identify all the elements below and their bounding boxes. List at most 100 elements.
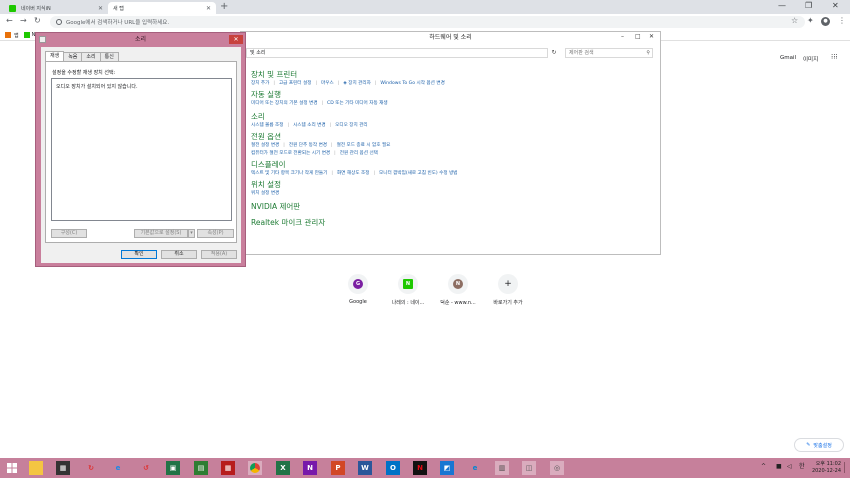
cancel-button[interactable]: 취소 [161,250,197,259]
new-tab-icon[interactable]: + [220,1,228,12]
windows-start-icon[interactable] [5,461,19,475]
set-default-button[interactable]: 기본값으로 설정(S) [134,229,188,238]
link[interactable]: CD 또는 기타 미디어 자동 재생 [327,101,388,106]
close-button[interactable]: ✕ [229,35,243,44]
tab-sounds[interactable]: 소리 [81,52,101,61]
close-window-icon[interactable]: ✕ [832,1,839,10]
app-icon[interactable]: ▣ [166,461,180,475]
control-panel-icon[interactable]: ▥ [495,461,509,475]
apps-launcher-icon[interactable]: ⁝⁝⁝ [831,53,838,61]
omnibox[interactable]: Google에서 검색하거나 URL을 입력하세요. [50,16,805,28]
link[interactable]: 위치 설정 변경 [251,191,279,196]
search-input[interactable]: 제어판 검색 ⚲ [565,48,653,58]
avatar[interactable]: ● [821,17,830,26]
link[interactable]: 컴퓨터가 절전 모드로 전환되는 시기 변경 [251,151,330,156]
link[interactable]: 전원 관리 옵션 선택 [340,151,378,156]
tab-new-tab[interactable]: 새 탭 ✕ [108,2,216,14]
maximize-icon[interactable]: ❐ [805,1,812,10]
extensions-icon[interactable]: ✦ [807,16,814,25]
settings-icon[interactable]: ◫ [522,461,536,475]
link[interactable]: 모니터 깜박임(새로 고침 빈도) 수정 방법 [379,171,458,176]
powerpoint-icon[interactable]: P [331,461,345,475]
section-title[interactable]: NVIDIA 제어판 [251,202,300,212]
close-icon[interactable]: ✕ [206,5,211,12]
gmail-link[interactable]: Gmail [780,55,796,61]
link[interactable]: 오디오 장치 관리 [335,123,368,128]
link[interactable]: 장치 관리자 [348,81,371,86]
link[interactable]: Windows To Go 시작 옵션 변경 [380,81,444,86]
netflix-icon[interactable]: N [413,461,427,475]
customize-button[interactable]: ✎ 맞춤설정 [794,438,844,452]
address-bar[interactable]: 및 소리 [246,48,548,58]
configure-button[interactable]: 구성(C) [51,229,87,238]
shortcut-naver-blog[interactable]: N 덕순 - www.n... [433,274,483,306]
link[interactable]: 텍스트 및 기타 항목 크기나 작게 만들기 [251,171,327,176]
section-title[interactable]: Realtek 마이크 관리자 [251,218,325,228]
tab-naver[interactable]: 네이버 지식iN ✕ [4,2,108,14]
apply-button[interactable]: 적용(A) [201,250,237,259]
link[interactable]: 전원 단추 동작 변경 [289,143,327,148]
close-icon[interactable]: ✕ [649,33,654,40]
app-icon[interactable]: ↺ [139,461,153,475]
clock[interactable]: 오후 11:02 2020-12-24 [808,461,841,475]
bookmark-naver[interactable]: N [23,32,35,38]
link[interactable]: 시스템 볼륨 조정 [251,123,284,128]
tab-communications[interactable]: 통신 [99,52,119,61]
network-icon[interactable]: ■ [776,463,782,470]
link[interactable]: 절전 모드 종료 시 암호 필요 [337,143,391,148]
properties-button[interactable]: 속성(P) [197,229,234,238]
link[interactable]: 절전 설정 변경 [251,143,279,148]
shortcut-naver[interactable]: N 나레의 : 네이... [383,274,433,306]
back-icon[interactable]: ← [6,16,13,25]
device-list[interactable]: 오디오 장치가 설치되어 있지 않습니다. [51,78,232,221]
link[interactable]: 고급 프린터 설정 [279,81,312,86]
ime-indicator[interactable]: 한 [799,463,805,470]
chevron-up-icon[interactable]: ^ [761,463,766,470]
close-icon[interactable]: ✕ [98,5,103,12]
refresh-icon[interactable]: ↻ [549,48,559,58]
menu-icon[interactable]: ⋮ [838,16,846,25]
speaker-icon[interactable]: ◎ [550,461,564,475]
link[interactable]: 장치 추가 [251,81,269,86]
bookmark-apps[interactable]: 앱 [5,32,19,39]
app-icon[interactable]: ▦ [221,461,235,475]
minimize-icon[interactable]: – [621,33,624,40]
file-explorer-icon[interactable] [29,461,43,475]
forward-icon[interactable]: → [20,16,27,25]
excel-icon[interactable]: X [276,461,290,475]
app-icon[interactable]: ↻ [84,461,98,475]
tab-recording[interactable]: 녹음 [63,52,83,61]
section-title[interactable]: 위치 설정 [251,180,281,190]
ie-icon[interactable]: e [111,461,125,475]
link[interactable]: 미디어 또는 장치의 기본 설정 변경 [251,101,317,106]
link[interactable]: 화면 해상도 조정 [337,171,370,176]
images-link[interactable]: 이미지 [803,55,818,63]
volume-icon[interactable]: ◁ [787,463,792,470]
app-icon[interactable]: ▦ [56,461,70,475]
link[interactable]: 마우스 [321,81,334,86]
word-icon[interactable]: W [358,461,372,475]
link[interactable]: 시스템 소리 변경 [293,123,326,128]
onenote-icon[interactable]: N [303,461,317,475]
reload-icon[interactable]: ↻ [34,16,41,25]
section-title[interactable]: 자동 실행 [251,90,388,100]
shortcut-add[interactable]: + 바로가기 추가 [483,274,533,306]
edge-icon[interactable]: e [468,461,482,475]
tab-playback[interactable]: 재생 [45,51,65,61]
section-title[interactable]: 디스플레이 [251,160,458,170]
app-icon[interactable]: ▤ [194,461,208,475]
section-title[interactable]: 장치 및 프린터 [251,70,445,80]
star-icon[interactable]: ☆ [791,16,798,25]
outlook-icon[interactable]: O [386,461,400,475]
apps-grid-icon [5,32,11,38]
show-desktop-button[interactable] [844,462,848,473]
maximize-icon[interactable]: □ [635,33,641,40]
shortcut-google[interactable]: G Google [333,274,383,306]
minimize-icon[interactable]: — [778,1,786,10]
section-title[interactable]: 소리 [251,112,368,122]
section-title[interactable]: 전원 옵션 [251,132,390,142]
app-icon[interactable]: ◩ [440,461,454,475]
chrome-icon[interactable] [248,461,262,475]
chevron-down-icon[interactable]: ▾ [188,229,195,238]
ok-button[interactable]: 확인 [121,250,157,259]
